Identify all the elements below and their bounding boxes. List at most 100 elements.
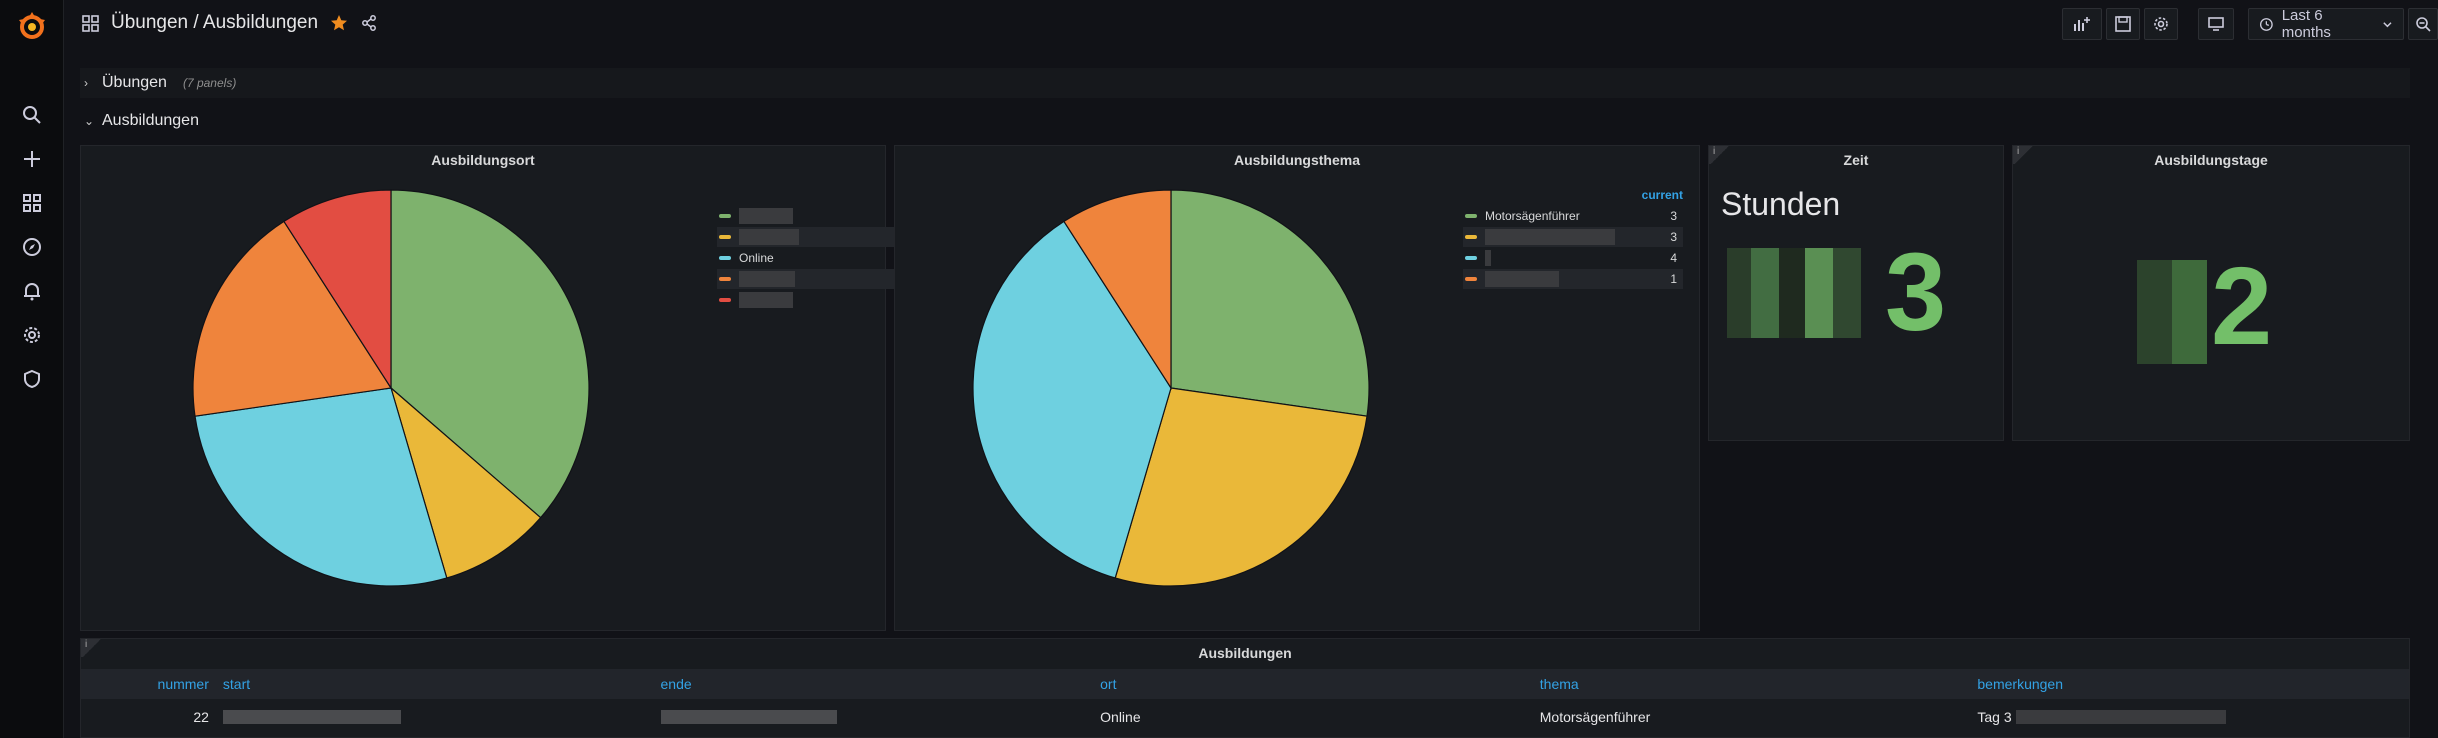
legend-ausbildungsthema: current Motorsägenführer 3 3 4 1 xyxy=(1463,188,1683,298)
legend-swatch xyxy=(1465,256,1477,260)
redacted-text xyxy=(739,292,793,308)
add-panel-icon xyxy=(2074,17,2090,31)
redacted-block xyxy=(2137,260,2207,364)
panel-ausbildungsthema: Ausbildungsthema current Motorsägenführe… xyxy=(894,145,1700,631)
stat-prefix: Stunden xyxy=(1721,186,1841,222)
pie-slice[interactable] xyxy=(1170,189,1370,417)
settings-gear-icon[interactable] xyxy=(17,320,47,350)
panel-title[interactable]: Ausbildungsort xyxy=(81,152,885,168)
redacted-text xyxy=(1485,271,1559,287)
stat-value: 3 xyxy=(1885,231,1947,354)
legend-swatch xyxy=(719,214,731,218)
redacted-text xyxy=(739,229,799,245)
explore-compass-icon[interactable] xyxy=(17,232,47,262)
pie-chart-ausbildungsthema xyxy=(972,189,1370,587)
shield-icon[interactable] xyxy=(17,364,47,394)
redacted-text xyxy=(1485,250,1491,266)
legend-label xyxy=(739,208,911,224)
legend-value: 1 xyxy=(1670,272,1677,286)
row-panel-count: (7 panels) xyxy=(182,76,237,90)
cell-ende xyxy=(655,701,1095,733)
row-uebungen[interactable]: › Übungen (7 panels) xyxy=(80,68,2410,98)
legend-label xyxy=(739,271,911,287)
grafana-logo-icon[interactable] xyxy=(14,8,50,44)
add-panel-button[interactable] xyxy=(2062,8,2102,40)
legend-swatch xyxy=(719,235,731,239)
legend-value: 4 xyxy=(1670,251,1677,265)
share-icon[interactable] xyxy=(360,14,378,32)
time-range-label: Last 6 months xyxy=(2281,7,2331,41)
legend-label xyxy=(1485,229,1657,245)
legend-label: Online xyxy=(739,251,774,265)
redacted-text xyxy=(660,710,837,724)
bemerkung-text: Tag 3 xyxy=(1977,709,2012,725)
zoom-out-button[interactable] xyxy=(2408,8,2438,40)
sidebar xyxy=(0,0,64,738)
time-range-picker[interactable]: Last 6 months xyxy=(2248,7,2404,41)
row-title: Ausbildungen xyxy=(102,112,199,129)
star-icon[interactable] xyxy=(330,14,348,32)
zoom-out-icon xyxy=(2416,17,2431,32)
panel-zeit: i Zeit Stunden 3 xyxy=(1708,145,2004,441)
top-navbar: Übungen / Ausbildungen Last 6 months xyxy=(64,0,2438,50)
monitor-icon xyxy=(2208,17,2224,31)
cell-bemerkungen: Tag 3 xyxy=(1971,701,2409,733)
row-ausbildungen[interactable]: ⌄ Ausbildungen xyxy=(80,106,199,136)
legend-label xyxy=(739,229,911,245)
legend-value: 3 xyxy=(1670,230,1677,244)
legend-swatch xyxy=(719,277,731,281)
legend-label: Motorsägenführer xyxy=(1485,209,1580,223)
redacted-text xyxy=(222,710,401,724)
stat-value: 2 xyxy=(2211,245,2273,368)
legend-label xyxy=(1485,250,1657,266)
chevron-right-icon: › xyxy=(84,76,88,90)
column-header-start[interactable]: start xyxy=(217,669,655,699)
column-header-ort[interactable]: ort xyxy=(1094,669,1534,699)
table-header: nummer start ende ort thema bemerkungen xyxy=(81,669,2409,699)
column-header-bemerkungen[interactable]: bemerkungen xyxy=(1971,669,2409,699)
breadcrumb: Übungen / Ausbildungen xyxy=(82,12,378,34)
legend-swatch xyxy=(1465,235,1477,239)
panel-title[interactable]: Ausbildungen xyxy=(81,645,2409,661)
cell-start xyxy=(217,701,655,733)
redacted-text xyxy=(739,271,795,287)
chevron-down-icon: ⌄ xyxy=(84,114,95,128)
panel-title[interactable]: Ausbildungstage xyxy=(2013,152,2409,168)
legend-swatch xyxy=(719,298,731,302)
column-header-ende[interactable]: ende xyxy=(655,669,1095,699)
dashboard-title[interactable]: Übungen / Ausbildungen xyxy=(111,12,318,34)
dashboards-icon[interactable] xyxy=(17,188,47,218)
search-icon[interactable] xyxy=(17,100,47,130)
legend-item[interactable]: 3 xyxy=(1463,227,1683,247)
chevron-down-icon xyxy=(2383,21,2392,27)
legend-item[interactable]: 4 xyxy=(1463,248,1683,268)
legend-item[interactable]: Motorsägenführer 3 xyxy=(1463,206,1683,226)
panel-title[interactable]: Ausbildungsthema xyxy=(895,152,1699,168)
table-row: 22 Online Motorsägenführer Tag 3 xyxy=(81,701,2409,733)
save-icon xyxy=(2115,16,2131,32)
legend-header: current xyxy=(1641,188,1683,202)
panel-title[interactable]: Zeit xyxy=(1709,152,2003,168)
row-title: Übungen xyxy=(102,74,167,91)
redacted-text xyxy=(739,208,793,224)
tv-mode-button[interactable] xyxy=(2198,8,2234,40)
legend-item[interactable]: 1 xyxy=(1463,269,1683,289)
alerting-bell-icon[interactable] xyxy=(17,276,47,306)
panel-ausbildungstage: i Ausbildungstage 2 xyxy=(2012,145,2410,441)
cell-ort: Online xyxy=(1100,709,1141,725)
cell-nummer: 22 xyxy=(193,709,209,725)
legend-swatch xyxy=(719,256,731,260)
legend-label xyxy=(739,292,911,308)
dashboard-settings-button[interactable] xyxy=(2144,8,2178,40)
cell-thema: Motorsägenführer xyxy=(1539,709,1651,725)
plus-icon[interactable] xyxy=(17,144,47,174)
save-dashboard-button[interactable] xyxy=(2106,8,2140,40)
clock-icon xyxy=(2259,17,2273,31)
legend-value: 3 xyxy=(1670,209,1677,223)
redacted-text xyxy=(1485,229,1615,245)
pie-chart-ausbildungsort xyxy=(192,189,590,587)
column-header-nummer[interactable]: nummer xyxy=(81,669,217,699)
column-header-thema[interactable]: thema xyxy=(1534,669,1972,699)
legend-swatch xyxy=(1465,277,1477,281)
legend-label xyxy=(1485,271,1657,287)
